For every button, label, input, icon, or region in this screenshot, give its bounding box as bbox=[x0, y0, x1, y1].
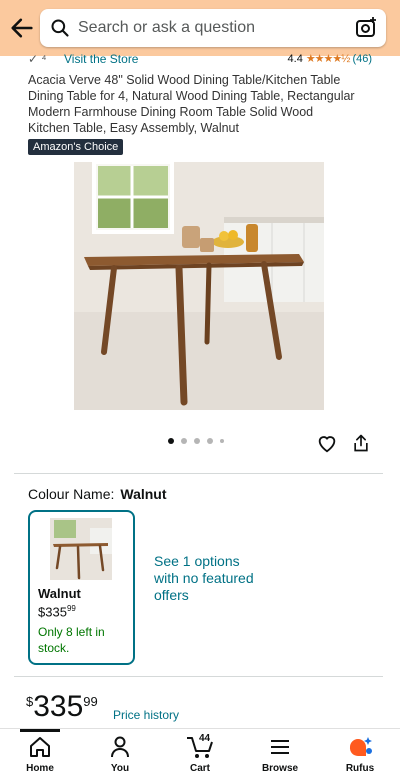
tab-label: Home bbox=[26, 763, 54, 774]
divider bbox=[14, 676, 383, 677]
visit-store-label: Visit the Store bbox=[64, 52, 139, 66]
image-carousel-dots[interactable] bbox=[168, 438, 224, 444]
carousel-dot[interactable] bbox=[168, 438, 174, 444]
colour-value: Walnut bbox=[120, 486, 167, 502]
carousel-dot[interactable] bbox=[207, 438, 213, 444]
product-price: $ 335 99 bbox=[26, 690, 98, 724]
carousel-dot[interactable] bbox=[194, 438, 200, 444]
amazons-choice-badge: Amazon's Choice bbox=[28, 139, 124, 155]
star-rating-icon: ★★★★½ bbox=[305, 53, 351, 65]
visit-store-link[interactable]: ✓ ⁴ Visit the Store bbox=[28, 52, 138, 66]
cart-count: 44 bbox=[199, 733, 211, 744]
swatch-price: $33599 bbox=[38, 604, 76, 619]
top-bar: Search or ask a question bbox=[0, 0, 400, 56]
rating-count[interactable]: (46) bbox=[352, 53, 372, 65]
search-icon bbox=[51, 19, 69, 37]
search-placeholder: Search or ask a question bbox=[78, 19, 255, 36]
bottom-tab-bar: Home You 44 Cart Browse Rufus bbox=[0, 728, 400, 781]
divider bbox=[14, 473, 383, 474]
carousel-dot[interactable] bbox=[220, 439, 224, 443]
colour-label: Colour Name: bbox=[28, 486, 115, 502]
tab-home[interactable]: Home bbox=[10, 735, 70, 774]
price-currency: $ bbox=[26, 694, 34, 709]
heart-icon[interactable] bbox=[316, 432, 338, 454]
camera-search-icon[interactable] bbox=[354, 16, 378, 40]
product-title: Acacia Verve 48" Solid Wood Dining Table… bbox=[28, 73, 355, 135]
stock-status: Only 8 left in stock. bbox=[38, 625, 105, 655]
rufus-icon bbox=[349, 737, 372, 757]
tab-cart[interactable]: 44 Cart bbox=[170, 733, 230, 774]
carousel-dot[interactable] bbox=[181, 438, 187, 444]
swatch-price-whole: 335 bbox=[45, 604, 67, 620]
price-history-link[interactable]: Price history bbox=[113, 708, 179, 722]
swatch-price-fraction: 99 bbox=[66, 604, 76, 613]
tab-label: Cart bbox=[189, 763, 210, 774]
home-icon bbox=[30, 737, 50, 757]
search-bar[interactable]: Search or ask a question bbox=[40, 9, 386, 47]
tab-label: Rufus bbox=[345, 763, 375, 774]
tab-label: You bbox=[110, 763, 130, 774]
dining-table-photo bbox=[74, 162, 324, 410]
tab-label: Browse bbox=[261, 763, 299, 774]
see-options-link[interactable]: See 1 options with no featured offers bbox=[154, 553, 254, 604]
rating-summary[interactable]: 4.4 ★★★★½ (46) bbox=[287, 52, 372, 66]
share-icon[interactable] bbox=[351, 432, 371, 454]
person-icon bbox=[111, 736, 129, 758]
swatch-name: Walnut bbox=[38, 586, 81, 601]
price-whole: 335 bbox=[33, 690, 84, 723]
rating-value: 4.4 bbox=[287, 52, 303, 65]
tab-you[interactable]: You bbox=[90, 735, 150, 774]
menu-icon bbox=[271, 740, 289, 754]
tab-browse[interactable]: Browse bbox=[250, 735, 310, 774]
active-tab-indicator bbox=[20, 729, 60, 732]
colour-swatch-walnut[interactable]: Walnut $33599 Only 8 left in stock. bbox=[28, 510, 135, 665]
product-image[interactable] bbox=[74, 162, 324, 410]
back-arrow-icon[interactable] bbox=[8, 14, 36, 42]
colour-selector-label: Colour Name: Walnut bbox=[28, 486, 167, 502]
swatch-image bbox=[50, 518, 112, 580]
price-fraction: 99 bbox=[83, 694, 98, 709]
store-icon: ✓ ⁴ bbox=[28, 52, 47, 66]
tab-rufus[interactable]: Rufus bbox=[330, 735, 390, 774]
